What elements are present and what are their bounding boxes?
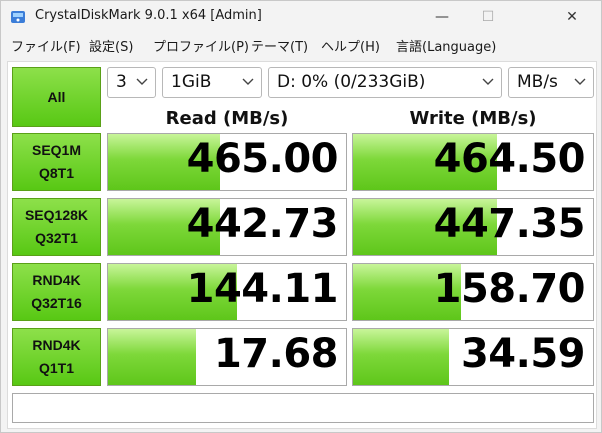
test-params: Q32T16 <box>31 295 82 311</box>
write-result-cell: 158.70 <box>352 263 594 321</box>
read-bar <box>108 329 197 385</box>
read-value: 465.00 <box>186 136 339 182</box>
crystaldiskmark-app-icon <box>11 11 25 23</box>
write-value: 447.35 <box>433 201 586 247</box>
window-title: CrystalDiskMark 9.0.1 x64 [Admin] <box>35 8 262 23</box>
chevron-down-icon <box>574 78 586 85</box>
menu-help[interactable]: ヘルプ(H) <box>321 36 380 55</box>
read-value: 144.11 <box>186 266 339 312</box>
write-value: 34.59 <box>460 331 586 377</box>
read-result-cell: 144.11 <box>107 263 347 321</box>
close-icon: ✕ <box>566 9 578 25</box>
write-result-cell: 464.50 <box>352 133 594 191</box>
write-column-header: Write (MB/s) <box>409 108 537 129</box>
minimize-icon: — <box>435 9 449 25</box>
menu-profile[interactable]: プロファイル(P) <box>153 36 249 55</box>
test-name: SEQ1M <box>31 142 81 158</box>
minimize-button[interactable]: — <box>419 1 465 33</box>
chevron-down-icon <box>482 78 494 85</box>
read-value: 442.73 <box>186 201 339 247</box>
write-bar <box>353 329 449 385</box>
unit-select[interactable]: MB/s <box>508 67 594 98</box>
close-button[interactable]: ✕ <box>549 1 595 33</box>
test-params: Q32T1 <box>35 230 78 246</box>
test-name: RND4K <box>32 337 81 353</box>
unit-value: MB/s <box>517 72 558 92</box>
drive-select[interactable]: D: 0% (0/233GiB) <box>268 67 502 98</box>
menu-language[interactable]: 言語(Language) <box>396 36 496 55</box>
read-column-header: Read (MB/s) <box>165 108 289 129</box>
write-value: 464.50 <box>433 136 586 182</box>
read-result-cell: 465.00 <box>107 133 347 191</box>
read-result-cell: 17.68 <box>107 328 347 386</box>
test-button-seq128k-q32t1[interactable]: SEQ128K Q32T1 <box>12 198 101 256</box>
write-result-cell: 34.59 <box>352 328 594 386</box>
drive-value: D: 0% (0/233GiB) <box>277 72 426 92</box>
count-value: 3 <box>116 72 127 92</box>
test-params: Q1T1 <box>38 360 74 376</box>
chevron-down-icon <box>242 78 254 85</box>
menu-file[interactable]: ファイル(F) <box>11 36 81 55</box>
read-result-cell: 442.73 <box>107 198 347 256</box>
menu-bar: ファイル(F) 設定(S) プロファイル(P) テーマ(T) ヘルプ(H) 言語… <box>1 33 601 57</box>
test-button-seq1m-q8t1[interactable]: SEQ1M Q8T1 <box>12 133 101 191</box>
size-value: 1GiB <box>171 72 212 92</box>
all-button[interactable]: All <box>12 67 101 127</box>
write-result-cell: 447.35 <box>352 198 594 256</box>
test-name: RND4K <box>32 272 81 288</box>
test-button-rnd4k-q1t1[interactable]: RND4K Q1T1 <box>12 328 101 386</box>
maximize-icon: ☐ <box>481 9 495 25</box>
read-value: 17.68 <box>213 331 339 377</box>
test-button-rnd4k-q32t16[interactable]: RND4K Q32T16 <box>12 263 101 321</box>
test-params: Q8T1 <box>38 165 74 181</box>
chevron-down-icon <box>136 78 148 85</box>
count-select[interactable]: 3 <box>107 67 156 98</box>
write-value: 158.70 <box>433 266 586 312</box>
test-name: SEQ128K <box>24 207 89 223</box>
menu-settings[interactable]: 設定(S) <box>89 36 133 55</box>
title-bar: CrystalDiskMark 9.0.1 x64 [Admin] — ☐ ✕ <box>1 1 601 33</box>
menu-theme[interactable]: テーマ(T) <box>251 36 308 55</box>
size-select[interactable]: 1GiB <box>162 67 262 98</box>
maximize-button[interactable]: ☐ <box>465 1 511 33</box>
comment-field[interactable] <box>12 393 594 423</box>
app-window: CrystalDiskMark 9.0.1 x64 [Admin] — ☐ ✕ … <box>0 0 602 433</box>
